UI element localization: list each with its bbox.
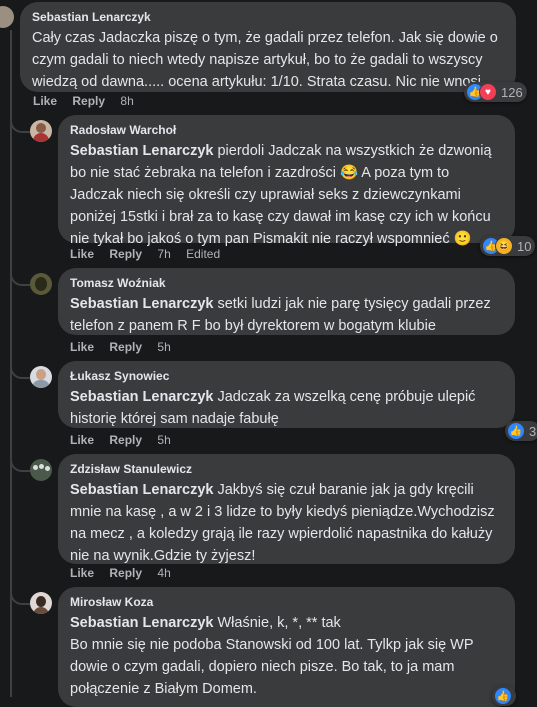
thread-connector	[10, 456, 30, 472]
comment-bubble: Zdzisław Stanulewicz Sebastian Lenarczyk…	[58, 454, 515, 564]
comment-bubble: Sebastian Lenarczyk Cały czas Jadaczka p…	[20, 2, 516, 92]
like-button[interactable]: Like	[33, 94, 57, 108]
avatar[interactable]	[30, 120, 52, 142]
avatar[interactable]	[30, 459, 52, 481]
like-reaction-icon: 👍	[507, 422, 525, 440]
avatar[interactable]	[30, 273, 52, 295]
mention-link[interactable]: Sebastian Lenarczyk	[70, 389, 213, 405]
like-reaction-icon: 👍	[494, 687, 512, 705]
avatar[interactable]	[30, 366, 52, 388]
thread-connector	[10, 363, 30, 379]
timestamp[interactable]: 8h	[120, 94, 133, 108]
comment-text: Właśnie, k, *, ** tak	[213, 615, 341, 631]
reaction-count[interactable]: 👍 😆 10	[480, 236, 536, 256]
reply-button[interactable]: Reply	[109, 433, 142, 447]
reaction-count[interactable]: 👍 ♥ 126	[464, 82, 527, 102]
mention-link[interactable]: Sebastian Lenarczyk	[70, 296, 213, 312]
mention-link[interactable]: Sebastian Lenarczyk	[70, 143, 213, 159]
comment-actions: Like Reply 8h	[33, 93, 146, 109]
thread-connector	[10, 589, 30, 605]
like-button[interactable]: Like	[70, 433, 94, 447]
like-button[interactable]: Like	[70, 566, 94, 580]
comment-actions: Like Reply 7h Edited	[70, 246, 232, 262]
comment-bubble: Łukasz Synowiec Sebastian Lenarczyk Jadc…	[58, 361, 515, 428]
avatar[interactable]	[30, 592, 52, 614]
reply-button[interactable]: Reply	[72, 94, 105, 108]
thread-connector	[10, 117, 30, 133]
like-button[interactable]: Like	[70, 340, 94, 354]
comment-bubble: Tomasz Woźniak Sebastian Lenarczyk setki…	[58, 268, 515, 335]
comment-text-paragraph: Bo mnie się nie podoba Stanowski od 100 …	[70, 637, 474, 697]
avatar[interactable]	[0, 6, 14, 28]
comment-author[interactable]: Tomasz Woźniak	[70, 276, 503, 291]
mention-link[interactable]: Sebastian Lenarczyk	[70, 482, 213, 498]
comment-bubble: Radosław Warchoł Sebastian Lenarczyk pie…	[58, 115, 515, 247]
timestamp[interactable]: 5h	[157, 340, 170, 354]
reaction-count[interactable]: 👍 3	[505, 421, 537, 441]
reply-button[interactable]: Reply	[109, 247, 142, 261]
comment-author[interactable]: Sebastian Lenarczyk	[32, 10, 504, 25]
reply-button[interactable]: Reply	[109, 340, 142, 354]
comment-actions: Like Reply 5h	[70, 432, 183, 448]
comment-author[interactable]: Radosław Warchoł	[70, 123, 503, 138]
reaction-count[interactable]: 👍	[492, 686, 516, 706]
thread-connector	[10, 270, 30, 286]
comment-actions: Like Reply 4h	[70, 565, 183, 581]
comment-thread: Sebastian Lenarczyk Cały czas Jadaczka p…	[0, 0, 537, 707]
like-button[interactable]: Like	[70, 247, 94, 261]
timestamp[interactable]: 7h	[157, 247, 170, 261]
comment-bubble: Mirosław Koza Sebastian Lenarczyk Właśni…	[58, 587, 515, 707]
haha-reaction-icon: 😆	[495, 237, 513, 255]
timestamp[interactable]: 5h	[157, 433, 170, 447]
comment-actions: Like Reply 5h	[70, 339, 183, 355]
comment-author[interactable]: Zdzisław Stanulewicz	[70, 462, 503, 477]
comment-author[interactable]: Łukasz Synowiec	[70, 369, 503, 384]
mention-link[interactable]: Sebastian Lenarczyk	[70, 615, 213, 631]
reply-button[interactable]: Reply	[109, 566, 142, 580]
timestamp[interactable]: 4h	[157, 566, 170, 580]
edited-label[interactable]: Edited	[186, 247, 220, 261]
love-reaction-icon: ♥	[479, 83, 497, 101]
comment-author[interactable]: Mirosław Koza	[70, 595, 503, 610]
comment-text: Cały czas Jadaczka piszę o tym, że gadal…	[32, 30, 498, 90]
